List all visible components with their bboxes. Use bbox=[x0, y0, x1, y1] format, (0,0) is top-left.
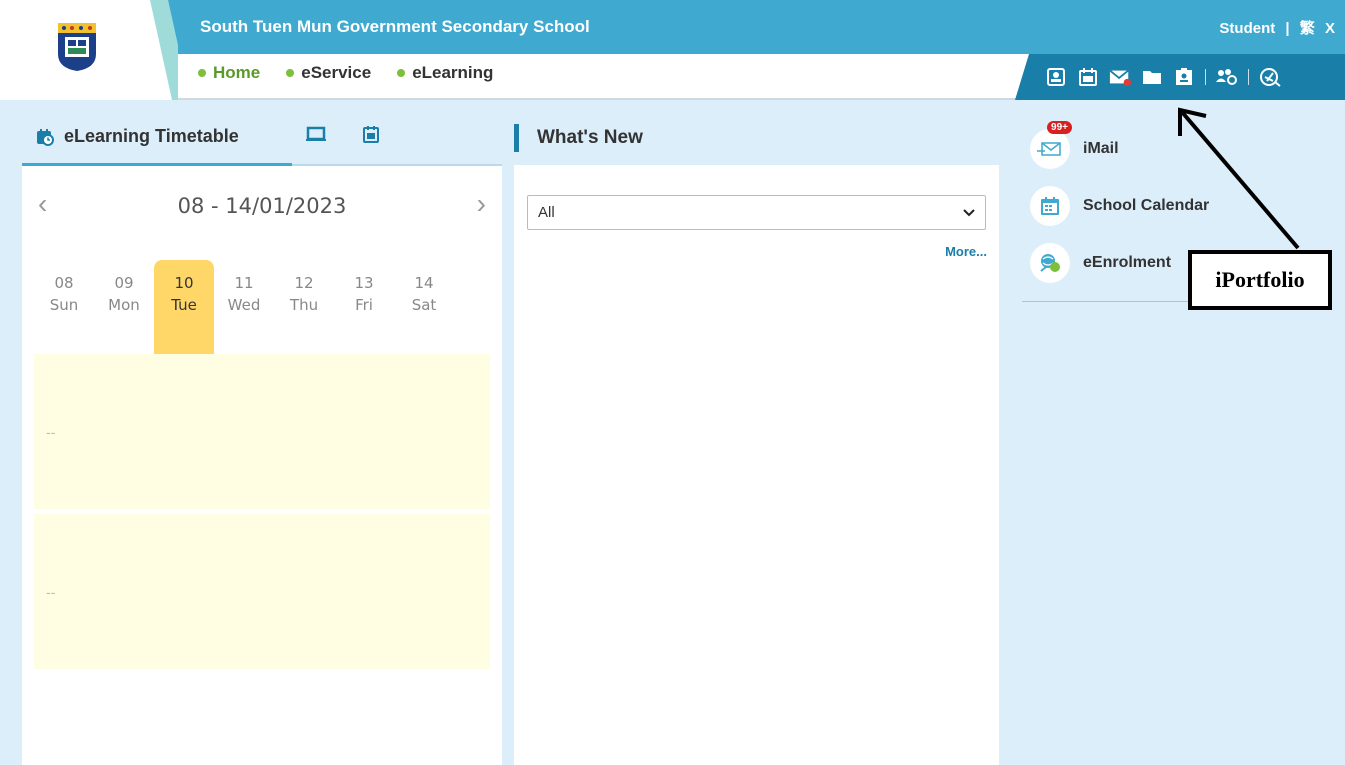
header: South Tuen Mun Government Secondary Scho… bbox=[0, 0, 1345, 100]
day-selector: 08 Sun 09 Mon 10 Tue 11 Wed 12 Thu 13 Fri 14 Sa… bbox=[34, 260, 454, 354]
day-thu[interactable]: 12 Thu bbox=[274, 260, 334, 354]
week-date-range: 08 - 14/01/2023 bbox=[177, 194, 347, 218]
section-marker bbox=[514, 123, 519, 152]
school-name: South Tuen Mun Government Secondary Scho… bbox=[200, 17, 590, 36]
day-name: Sun bbox=[49, 296, 79, 314]
account-icon[interactable] bbox=[1045, 66, 1067, 88]
day-tue[interactable]: 10 Tue bbox=[154, 260, 214, 354]
calendar-icon[interactable] bbox=[1077, 66, 1099, 88]
day-name: Fri bbox=[355, 296, 373, 314]
day-sun[interactable]: 08 Sun bbox=[34, 260, 94, 354]
news-filter-value: All bbox=[538, 204, 555, 221]
day-wed[interactable]: 11 Wed bbox=[214, 260, 274, 354]
chevron-down-icon bbox=[963, 208, 975, 216]
school-calendar-icon bbox=[1030, 185, 1070, 226]
mail-icon[interactable] bbox=[1109, 66, 1131, 88]
day-mon[interactable]: 09 Mon bbox=[94, 260, 154, 354]
tools-icon[interactable] bbox=[1259, 66, 1281, 88]
imail-icon: 99+ bbox=[1030, 120, 1072, 169]
imail-label: iMail bbox=[1083, 139, 1119, 157]
day-name: Mon bbox=[108, 296, 140, 314]
next-week-button[interactable]: › bbox=[477, 188, 486, 220]
toolbar-divider bbox=[1205, 69, 1206, 85]
bullet-icon bbox=[397, 69, 406, 77]
timetable-clock-icon bbox=[37, 128, 54, 146]
whats-new-header: What's New bbox=[514, 110, 643, 165]
day-number: 10 bbox=[174, 274, 194, 292]
logout-button[interactable]: X bbox=[1325, 20, 1335, 37]
bullet-icon bbox=[198, 69, 206, 77]
tab-elearning-timetable-label: eLearning Timetable bbox=[64, 126, 239, 146]
eenrolment-label: eEnrolment bbox=[1083, 253, 1172, 271]
day-name: Sat bbox=[411, 296, 437, 314]
news-filter-select[interactable]: All bbox=[527, 195, 986, 230]
day-sat[interactable]: 14 Sat bbox=[394, 260, 454, 354]
week-navigation: ‹ 08 - 14/01/2023 › bbox=[22, 166, 502, 246]
timetable-slot: -- bbox=[34, 514, 490, 669]
more-link[interactable]: More... bbox=[945, 244, 987, 259]
portfolio-icon[interactable] bbox=[1173, 66, 1195, 88]
timetable-panel: eLearning Timetable ‹ 08 - 14/01/2023 › … bbox=[22, 110, 502, 765]
annotation-arrow bbox=[1178, 107, 1300, 250]
user-role[interactable]: Student bbox=[1219, 20, 1275, 37]
annotation-label: iPortfolio bbox=[1188, 250, 1332, 310]
school-logo-icon[interactable] bbox=[56, 22, 98, 72]
whats-new-title: What's New bbox=[537, 126, 643, 148]
day-fri[interactable]: 13 Fri bbox=[334, 260, 394, 354]
folder-icon[interactable] bbox=[1141, 66, 1163, 88]
day-number: 09 bbox=[114, 274, 134, 292]
eenrolment-icon bbox=[1030, 242, 1070, 283]
timetable-slot: -- bbox=[34, 354, 490, 509]
nav-home[interactable]: Home bbox=[198, 63, 260, 83]
day-number: 13 bbox=[354, 274, 374, 292]
nav-eservice[interactable]: eService bbox=[286, 63, 371, 83]
toolbar bbox=[1015, 54, 1345, 100]
day-number: 12 bbox=[294, 274, 314, 292]
user-area: Student | 繁 X bbox=[1213, 17, 1335, 38]
nav-elearning-label: eLearning bbox=[412, 63, 494, 82]
unread-badge: 99+ bbox=[1047, 120, 1072, 134]
day-name: Wed bbox=[227, 296, 261, 314]
nav-elearning[interactable]: eLearning bbox=[397, 63, 493, 83]
group-settings-icon[interactable] bbox=[1216, 66, 1238, 88]
day-name: Tue bbox=[171, 296, 197, 314]
timetable-tabs: eLearning Timetable bbox=[22, 110, 502, 166]
user-separator: | bbox=[1285, 20, 1290, 37]
day-name: Thu bbox=[289, 296, 319, 314]
language-toggle[interactable]: 繁 bbox=[1300, 20, 1315, 37]
day-number: 11 bbox=[234, 274, 254, 292]
title-bar: South Tuen Mun Government Secondary Scho… bbox=[178, 0, 1345, 54]
day-number: 14 bbox=[414, 274, 434, 292]
tab-elearning-timetable[interactable]: eLearning Timetable bbox=[22, 110, 292, 166]
bullet-icon bbox=[286, 69, 295, 77]
laptop-icon[interactable] bbox=[305, 124, 327, 144]
whats-new-panel: All More... bbox=[514, 165, 999, 765]
toolbar-divider bbox=[1248, 69, 1249, 85]
day-number: 08 bbox=[54, 274, 74, 292]
nav-home-label: Home bbox=[213, 63, 261, 82]
calendar-tab-icon[interactable] bbox=[362, 124, 380, 144]
nav-eservice-label: eService bbox=[301, 63, 372, 82]
